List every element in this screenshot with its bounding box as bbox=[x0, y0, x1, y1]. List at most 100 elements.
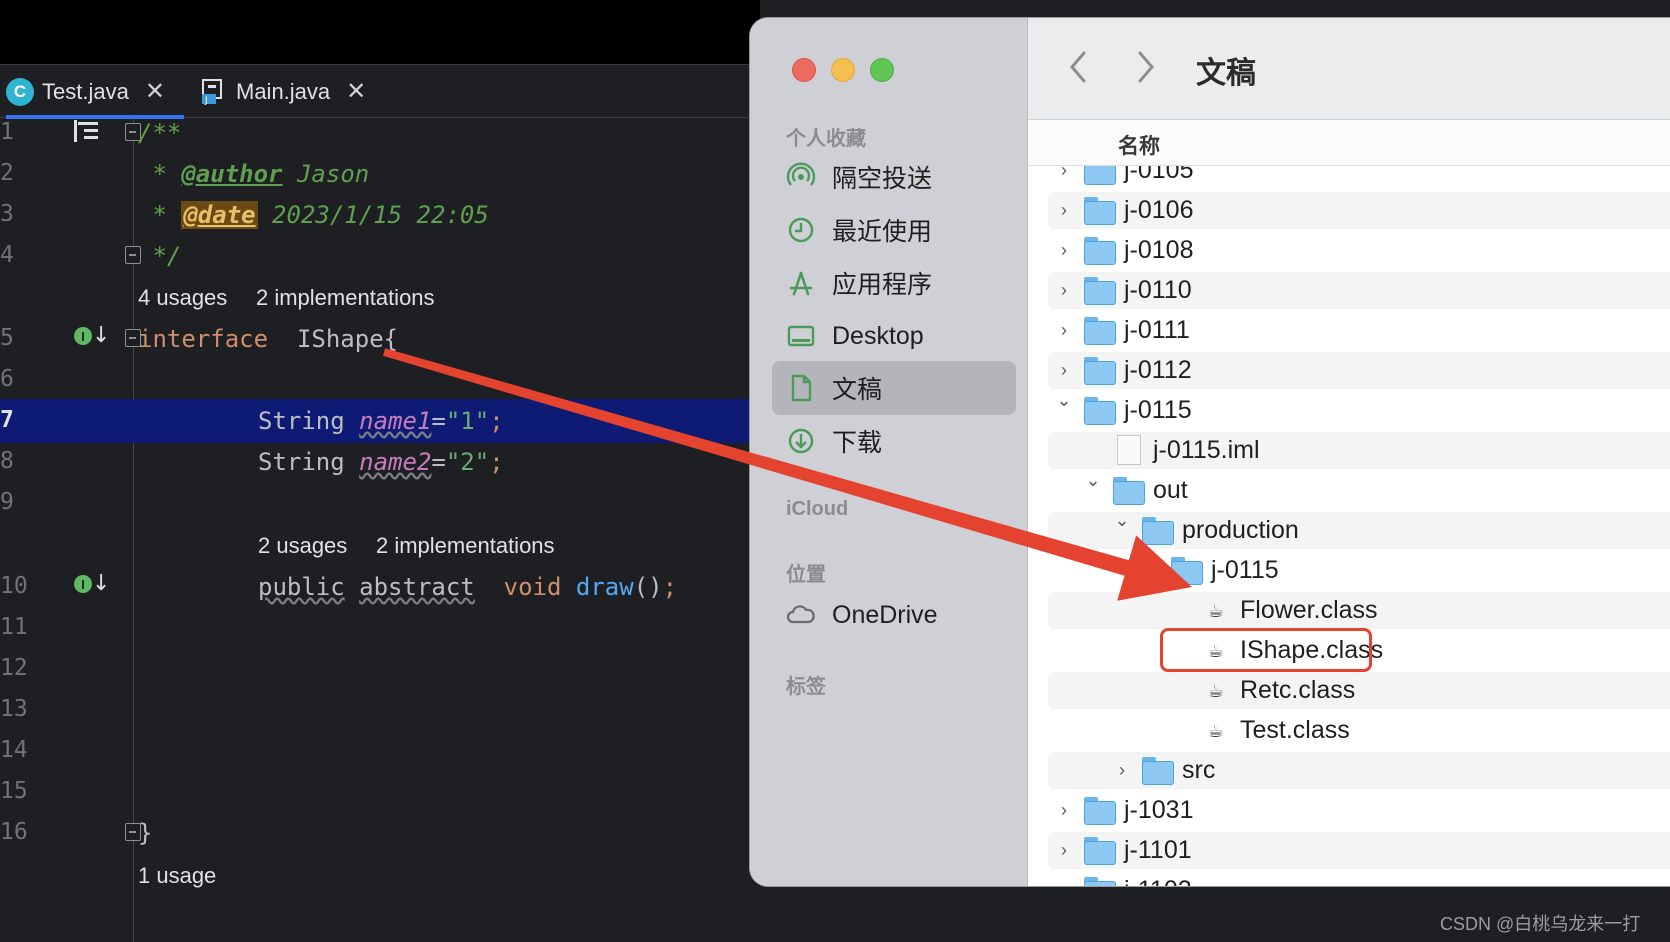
disclosure-collapsed-icon[interactable]: › bbox=[1056, 200, 1072, 221]
disclosure-expanded-icon[interactable]: ⌄ bbox=[1114, 510, 1130, 531]
java-class-icon: ☕ bbox=[1207, 721, 1225, 741]
code-line-15: 15 bbox=[0, 770, 760, 814]
code-line-9: 9 bbox=[0, 481, 760, 525]
code-line-14: 14 bbox=[0, 729, 760, 773]
folder-row[interactable]: › j-0108 bbox=[1048, 232, 1670, 269]
usages-hint[interactable]: 1 usage bbox=[138, 863, 216, 889]
folder-row[interactable]: ⌄ j-0115 bbox=[1048, 390, 1670, 429]
folder-row[interactable]: › j-0112 bbox=[1048, 352, 1670, 389]
file-name: j-0108 bbox=[1124, 236, 1194, 264]
watermark: CSDN @白桃乌龙来一打 bbox=[1440, 914, 1641, 934]
line-number: 13 bbox=[0, 696, 28, 722]
file-name: j-0105 bbox=[1124, 166, 1194, 184]
folder-row[interactable]: › j-0111 bbox=[1048, 312, 1670, 349]
sidebar-item-applications[interactable]: 应用程序 bbox=[772, 256, 1016, 310]
line-number: 15 bbox=[0, 778, 28, 804]
editor-tab-bar: C Test.java ✕ J Main.java ✕ bbox=[0, 64, 760, 119]
folder-row[interactable]: › src bbox=[1048, 752, 1670, 789]
sidebar-item-recents[interactable]: 最近使用 bbox=[772, 203, 1016, 257]
finder-sidebar: 个人收藏 隔空投送 最近使用 应用程序 Desktop 文稿 下载 iCloud… bbox=[750, 18, 1028, 886]
java-file-icon: J bbox=[200, 78, 228, 106]
folder-row[interactable]: › j-1102 bbox=[1048, 872, 1670, 886]
disclosure-collapsed-icon[interactable]: › bbox=[1056, 280, 1072, 301]
folder-row[interactable]: › j-0105 bbox=[1048, 166, 1670, 189]
folder-row[interactable]: › j-1031 bbox=[1048, 792, 1670, 829]
folder-row[interactable]: ⌄ j-0115 bbox=[1048, 550, 1670, 589]
close-icon[interactable]: ✕ bbox=[145, 77, 165, 106]
file-name: j-0106 bbox=[1124, 196, 1194, 224]
folder-row[interactable]: › j-0106 bbox=[1048, 192, 1670, 229]
line-number: 2 bbox=[0, 160, 14, 186]
implementations-hint[interactable]: 2 implementations bbox=[376, 533, 555, 559]
window-zoom-button[interactable] bbox=[870, 58, 894, 82]
sidebar-item-documents[interactable]: 文稿 bbox=[772, 361, 1016, 415]
disclosure-expanded-icon[interactable]: ⌄ bbox=[1056, 390, 1072, 411]
disclosure-collapsed-icon[interactable]: › bbox=[1056, 240, 1072, 261]
tab-label: Main.java bbox=[236, 78, 331, 104]
line-number: 6 bbox=[0, 366, 14, 392]
back-chevron-icon[interactable] bbox=[1068, 50, 1098, 90]
code-line-8: 8 String name2="2"; bbox=[0, 448, 504, 476]
sidebar-heading-tags: 标签 bbox=[786, 676, 826, 698]
code-line-1: 1 /** bbox=[0, 119, 182, 147]
disclosure-collapsed-icon[interactable]: › bbox=[1056, 320, 1072, 341]
structure-icon[interactable] bbox=[74, 120, 100, 142]
sidebar-item-airdrop[interactable]: 隔空投送 bbox=[772, 150, 1016, 204]
ide-window: C Test.java ✕ J Main.java ✕ 1 /** 2 * @a… bbox=[0, 0, 760, 942]
close-icon[interactable]: ✕ bbox=[346, 77, 366, 106]
file-name: j-0115 bbox=[1124, 396, 1192, 424]
disclosure-expanded-icon[interactable]: ⌄ bbox=[1085, 470, 1101, 491]
usages-hint[interactable]: 2 usages bbox=[258, 533, 347, 559]
implemented-icon[interactable]: I ↓ bbox=[74, 323, 110, 353]
file-name: j-0115 bbox=[1211, 556, 1279, 584]
folder-row[interactable]: › j-0110 bbox=[1048, 272, 1670, 309]
disclosure-collapsed-icon[interactable]: › bbox=[1056, 880, 1072, 886]
file-row[interactable]: ☕ Test.class bbox=[1048, 712, 1670, 749]
sidebar-item-desktop[interactable]: Desktop bbox=[772, 309, 1016, 363]
disclosure-collapsed-icon[interactable]: › bbox=[1056, 360, 1072, 381]
svg-text:J: J bbox=[204, 96, 208, 106]
file-row[interactable]: ☕ Retc.class bbox=[1048, 672, 1670, 709]
tab-label: Test.java bbox=[42, 78, 129, 104]
document-icon bbox=[784, 371, 818, 405]
line-number: 3 bbox=[0, 201, 14, 227]
disclosure-collapsed-icon[interactable]: › bbox=[1056, 800, 1072, 821]
file-name: j-0115.iml bbox=[1153, 436, 1260, 464]
file-row[interactable]: j-0115.iml bbox=[1048, 432, 1670, 469]
folder-icon bbox=[1142, 757, 1174, 785]
file-list[interactable]: › j-0105 › j-0106 › j-0108 › j-0110 › j-0111 › j-01… bbox=[1028, 166, 1670, 886]
disclosure-expanded-icon[interactable]: ⌄ bbox=[1143, 550, 1159, 571]
usages-hint[interactable]: 4 usages bbox=[138, 285, 227, 311]
finder-window: 个人收藏 隔空投送 最近使用 应用程序 Desktop 文稿 下载 iCloud… bbox=[750, 18, 1670, 886]
code-editor[interactable]: 1 /** 2 * @author Jason 3 * @date 2023/1… bbox=[0, 119, 760, 942]
apps-icon bbox=[784, 266, 818, 300]
column-header[interactable]: 名称 bbox=[1028, 120, 1670, 166]
folder-row[interactable]: ⌄ out bbox=[1048, 470, 1670, 509]
desktop-icon bbox=[784, 319, 818, 353]
download-icon bbox=[784, 424, 818, 458]
sidebar-item-onedrive[interactable]: OneDrive bbox=[772, 588, 1016, 642]
finder-main-pane: 文稿 名称 › j-0105 › j-0106 › j-0108 › j-0110 › j-011… bbox=[1028, 18, 1670, 886]
folder-row[interactable]: › j-1101 bbox=[1048, 832, 1670, 869]
window-minimize-button[interactable] bbox=[831, 58, 855, 82]
implementations-hint[interactable]: 2 implementations bbox=[256, 285, 435, 311]
disclosure-collapsed-icon[interactable]: › bbox=[1114, 760, 1130, 781]
disclosure-collapsed-icon[interactable]: › bbox=[1056, 166, 1072, 181]
cloud-icon bbox=[784, 598, 818, 632]
folder-row[interactable]: ⌄ production bbox=[1048, 510, 1670, 549]
sidebar-heading-locations: 位置 bbox=[786, 564, 826, 586]
folder-icon bbox=[1084, 357, 1116, 385]
file-name: j-1031 bbox=[1124, 796, 1194, 824]
disclosure-collapsed-icon[interactable]: › bbox=[1056, 840, 1072, 861]
java-class-icon: ☕ bbox=[1207, 601, 1225, 621]
java-class-icon: ☕ bbox=[1207, 681, 1225, 701]
implemented-icon[interactable]: I ↓ bbox=[74, 571, 110, 601]
folder-icon bbox=[1084, 317, 1116, 345]
code-line-16: 16 } bbox=[0, 819, 153, 847]
file-row[interactable]: ☕ Flower.class bbox=[1048, 592, 1670, 629]
forward-chevron-icon[interactable] bbox=[1136, 50, 1166, 90]
file-name: Retc.class bbox=[1240, 676, 1356, 704]
code-line-13: 13 bbox=[0, 688, 760, 732]
window-close-button[interactable] bbox=[792, 58, 816, 82]
sidebar-item-downloads[interactable]: 下载 bbox=[772, 414, 1016, 468]
